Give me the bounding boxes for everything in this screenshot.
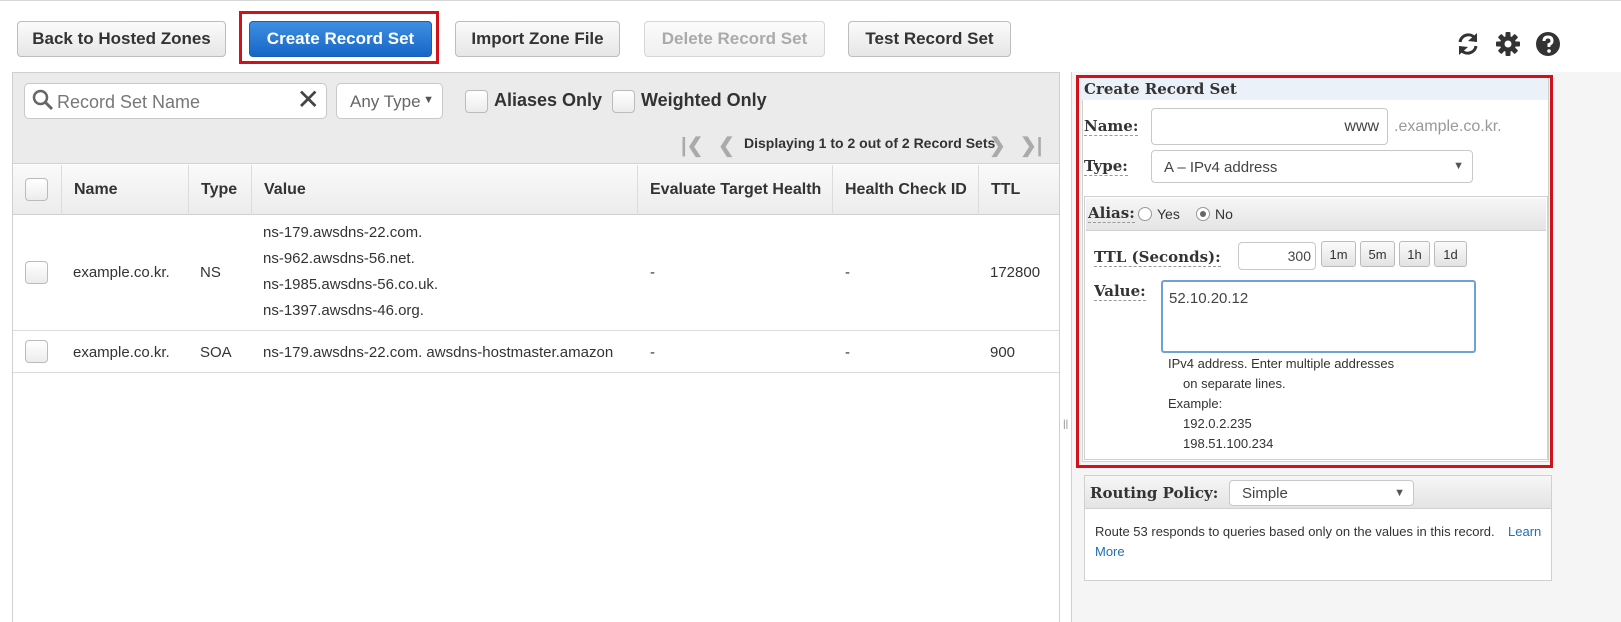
aliases-only-label: Aliases Only — [494, 90, 603, 110]
record-value: ns-179.awsdns-22.com. ns-962.awsdns-56.n… — [263, 220, 633, 324]
back-to-hosted-zones-button[interactable]: Back to Hosted Zones — [17, 21, 226, 57]
learn-more-link[interactable]: Learn — [1508, 524, 1541, 539]
routing-policy-value: Simple — [1242, 485, 1288, 502]
next-page-icon[interactable]: ❯ — [989, 133, 1006, 158]
record-ttl: 900 — [990, 344, 1016, 361]
learn-more-link-continued[interactable]: More — [1095, 544, 1125, 559]
type-filter-select[interactable]: Any Type ▼ — [336, 83, 443, 119]
clear-icon[interactable]: ✕ — [297, 86, 320, 114]
value-line: ns-962.awsdns-56.net. — [263, 250, 415, 267]
col-health-check-id[interactable]: Health Check ID — [832, 165, 978, 215]
chevron-down-icon: ▼ — [423, 94, 434, 106]
search-icon — [32, 89, 54, 111]
record-value: ns-179.awsdns-22.com. awsdns-hostmaster.… — [263, 344, 614, 361]
row-checkbox[interactable] — [25, 261, 48, 284]
weighted-only-label: Weighted Only — [641, 90, 767, 110]
chevron-down-icon: ▼ — [1394, 487, 1405, 499]
record-eval-health: - — [650, 344, 655, 361]
record-eval-health: - — [650, 264, 655, 281]
table-row[interactable]: example.co.kr. NS ns-179.awsdns-22.com. … — [13, 216, 1059, 331]
record-health-check: - — [845, 264, 850, 281]
aliases-only-checkbox[interactable] — [465, 90, 488, 113]
table-header: Name Type Value Evaluate Target Health H… — [13, 165, 1059, 215]
routing-policy-select[interactable]: Simple ▼ — [1229, 480, 1414, 506]
record-type: SOA — [200, 344, 232, 361]
col-type[interactable]: Type — [188, 165, 249, 215]
col-ttl[interactable]: TTL — [978, 165, 1056, 215]
delete-record-set-button[interactable]: Delete Record Set — [644, 21, 825, 57]
first-page-icon[interactable]: |❮ — [681, 133, 703, 158]
table-row[interactable]: example.co.kr. SOA ns-179.awsdns-22.com.… — [13, 331, 1059, 373]
record-name: example.co.kr. — [73, 264, 170, 281]
panel-splitter-handle[interactable]: || — [1063, 419, 1068, 430]
pager-text: Displaying 1 to 2 out of 2 Record Sets — [744, 135, 996, 151]
search-input[interactable]: Record Set Name ✕ — [24, 83, 327, 119]
record-ttl: 172800 — [990, 264, 1041, 281]
import-zone-file-button[interactable]: Import Zone File — [455, 21, 620, 57]
record-type: NS — [200, 264, 221, 281]
value-line: ns-1397.awsdns-46.org. — [263, 302, 424, 319]
record-health-check: - — [845, 344, 850, 361]
weighted-only-checkbox[interactable] — [612, 90, 635, 113]
select-all-checkbox[interactable] — [25, 178, 48, 201]
filter-bar: Record Set Name ✕ Any Type ▼ Aliases Onl… — [13, 73, 1059, 164]
col-value[interactable]: Value — [251, 165, 637, 215]
refresh-icon[interactable] — [1455, 31, 1481, 57]
value-line: ns-1985.awsdns-56.co.uk. — [263, 276, 439, 293]
create-record-set-button[interactable]: Create Record Set — [249, 21, 432, 57]
test-record-set-button[interactable]: Test Record Set — [848, 21, 1011, 57]
record-sets-panel: Record Set Name ✕ Any Type ▼ Aliases Onl… — [12, 72, 1060, 622]
last-page-icon[interactable]: ❯| — [1020, 133, 1042, 158]
row-checkbox[interactable] — [25, 340, 48, 363]
gear-icon[interactable] — [1495, 31, 1521, 57]
value-line: ns-179.awsdns-22.com. — [263, 224, 423, 241]
search-placeholder: Record Set Name — [57, 92, 201, 112]
routing-policy-label: Routing Policy: — [1090, 484, 1219, 502]
col-name[interactable]: Name — [61, 165, 188, 215]
form-highlight — [1076, 75, 1553, 468]
type-filter-value: Any Type — [350, 92, 421, 111]
col-evaluate-target-health[interactable]: Evaluate Target Health — [637, 165, 832, 215]
help-icon[interactable] — [1535, 31, 1561, 57]
record-name: example.co.kr. — [73, 344, 170, 361]
prev-page-icon[interactable]: ❮ — [718, 133, 735, 158]
routing-description: Route 53 responds to queries based only … — [1095, 524, 1495, 539]
